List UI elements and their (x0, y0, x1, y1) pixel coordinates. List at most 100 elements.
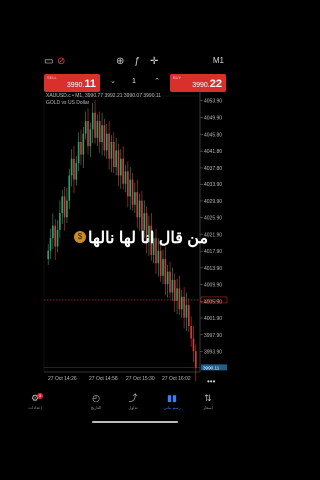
candle-body (98, 121, 101, 142)
candle-body (127, 171, 129, 197)
candle-body (185, 305, 188, 318)
candle-body (89, 129, 92, 147)
price-tick-label: 4053.90 (204, 99, 222, 105)
symbol-description: GOLD vs US Dollar (46, 100, 90, 106)
order-level-label: 4006.23 (203, 298, 220, 303)
candle-body (166, 271, 169, 285)
candle-body (108, 133, 110, 159)
nav-settings[interactable]: ⚙ إعدادات 3 (10, 393, 60, 410)
more-options-icon: ••• (207, 377, 216, 386)
trade-panel-icon[interactable]: ⊘ (57, 56, 65, 68)
candle-body (110, 142, 113, 159)
candle-body (131, 179, 134, 205)
candle-body (183, 296, 185, 318)
time-tick-label: 27 Oct 16:02 (162, 376, 191, 382)
quotes-icon: ⇅ (204, 393, 212, 403)
price-tick-label: 4041.80 (204, 149, 222, 155)
candle-body (84, 121, 87, 134)
buy-price: 3990. (192, 82, 210, 89)
bottom-navigation: ⚙ إعدادات 3 ◴ التاريخ ⤴ تداول ▮▮ رسم بيا… (0, 391, 270, 421)
timeframe-button[interactable]: M1 (213, 56, 224, 65)
symbol-line: XAUUSD.c • M1, 3990.77 3992.21 3990.07 3… (46, 93, 162, 99)
objects-icon[interactable]: ⊕ (116, 56, 124, 68)
candle-body (162, 259, 164, 276)
time-tick-label: 27 Oct 14:26 (48, 376, 77, 382)
candle-body (54, 225, 57, 247)
chart-info: XAUUSD.c • M1, 3990.77 3992.21 3990.07 3… (46, 93, 161, 107)
candle-body (49, 238, 52, 251)
indicators-icon[interactable]: ƒ (134, 56, 140, 68)
candle-body (94, 112, 96, 138)
candle-body (190, 326, 192, 339)
candle-body (105, 133, 108, 151)
candle-body (80, 142, 82, 155)
notification-badge: 3 (37, 393, 43, 399)
candle-body (124, 171, 127, 184)
buy-label: BUY (173, 75, 182, 80)
time-tick-label: 27 Oct 14:58 (89, 376, 118, 382)
candle-body (87, 121, 89, 147)
buy-price-big: 22 (209, 78, 222, 90)
candle-body (169, 271, 171, 293)
candle-body (47, 250, 49, 260)
candle-body (164, 259, 167, 285)
price-tick-label: 4049.90 (204, 115, 222, 121)
candle-body (77, 142, 80, 163)
chart-toolbar: ▭ ⊘ ⊕ ƒ ✛ M1 (0, 52, 270, 72)
price-tick-label: 4013.90 (204, 266, 222, 272)
candle-body (192, 338, 195, 352)
price-tick-label: 4029.90 (204, 199, 222, 205)
price-tick-label: 4017.90 (204, 249, 222, 255)
time-tick-label: 27 Oct 15:30 (126, 376, 155, 382)
candle-body (141, 200, 143, 230)
candle-body (91, 112, 94, 130)
bid-price-label: 3990.11 (203, 365, 220, 370)
price-tick-label: 3997.90 (204, 333, 222, 339)
candle-body (173, 280, 176, 301)
candle-body (187, 305, 190, 326)
candle-body (117, 150, 120, 176)
price-tick-label: 3993.90 (204, 350, 222, 356)
sell-price: 3990. (66, 82, 85, 89)
candle-body (157, 250, 160, 264)
chart-type-icon[interactable]: ▭ (44, 56, 53, 68)
candle-body (101, 125, 103, 142)
overlay-caption: من قال انا لها نالها (88, 230, 209, 247)
candle-body (180, 296, 183, 310)
candle-body (112, 142, 115, 168)
gear-icon: ⚙ (30, 393, 40, 403)
lot-value[interactable]: 1 (132, 78, 136, 85)
candle-body (52, 225, 54, 239)
sell-price-big: 11 (84, 78, 96, 90)
candle-body (73, 158, 75, 180)
candle-body (68, 175, 71, 201)
sell-label: SELL (47, 75, 57, 80)
lot-increase-icon[interactable]: ⌃ (154, 77, 160, 85)
crosshair-icon[interactable]: ✛ (150, 56, 158, 68)
candle-body (82, 133, 85, 155)
candle-body (159, 250, 162, 276)
candle-body (96, 121, 99, 138)
candle-body (120, 158, 122, 176)
money-bag-icon: $ (74, 231, 86, 243)
price-tick-label: 4045.80 (204, 132, 222, 138)
candle-body (171, 280, 174, 293)
candle-body (122, 158, 124, 184)
lot-decrease-icon[interactable]: ⌄ (110, 77, 116, 85)
candle-body (66, 200, 68, 218)
price-tick-label: 4033.90 (204, 182, 222, 188)
price-tick-label: 4009.90 (204, 283, 222, 289)
candle-body (63, 196, 66, 218)
candle-body (115, 150, 117, 168)
nav-label: أسعار (203, 405, 213, 410)
candle-body (129, 179, 132, 197)
candle-body (103, 125, 106, 151)
candle-body (134, 192, 136, 205)
candle-body (75, 162, 78, 180)
candle-body (56, 229, 59, 247)
price-tick-label: 4037.80 (204, 166, 222, 172)
home-indicator (92, 421, 178, 423)
candle-body (195, 351, 197, 368)
nav-label: إعدادات (28, 405, 42, 410)
nav-quotes[interactable]: ⇅ أسعار (183, 393, 233, 410)
